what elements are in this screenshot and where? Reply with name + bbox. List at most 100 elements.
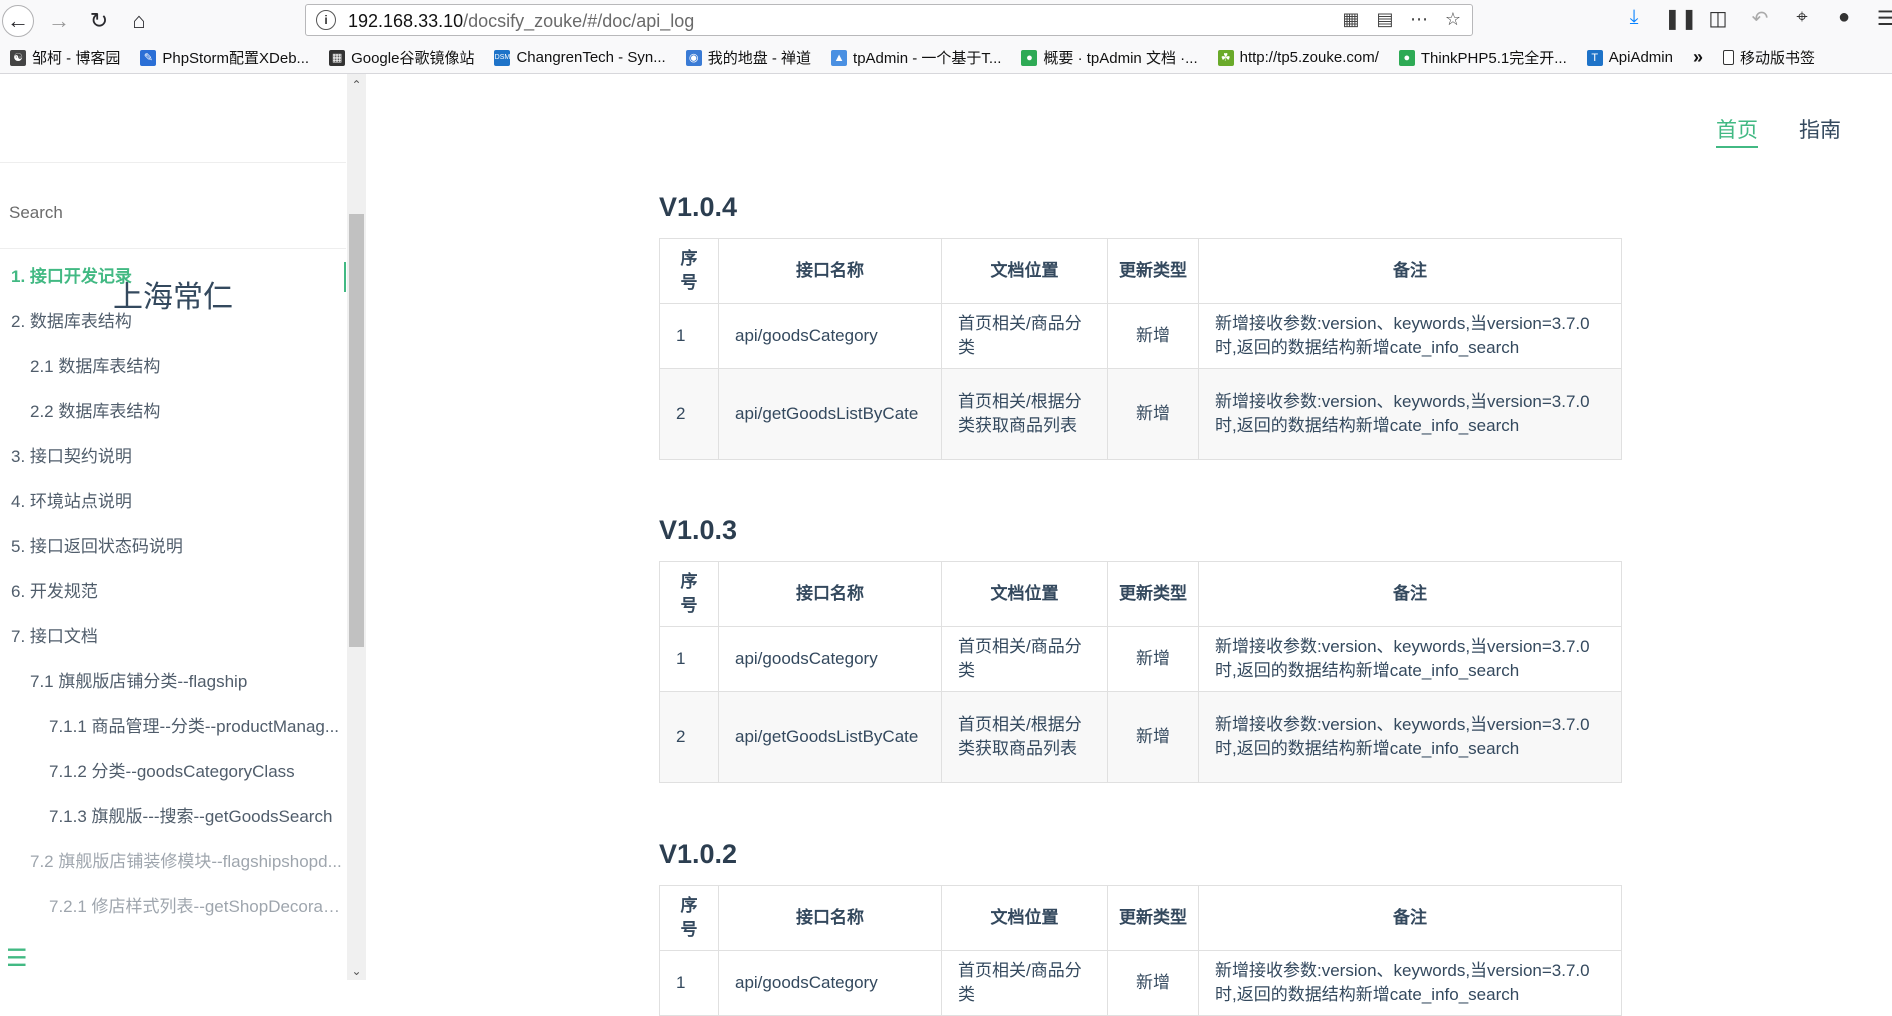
cell-note: 新增接收参数:version、keywords,当version=3.7.0时,… (1198, 691, 1622, 783)
sidebar-nav-item[interactable]: 3. 接口契约说明 (0, 442, 346, 472)
sidebar-nav-item[interactable]: 5. 接口返回状态码说明 (0, 532, 346, 562)
sidebar-nav-item[interactable]: 7.1.2 分类--goodsCategoryClass (0, 757, 346, 787)
divider (0, 162, 346, 163)
version-heading: V1.0.2 (659, 839, 738, 869)
chat-icon[interactable]: ● (1832, 6, 1856, 31)
sidebar-scrollbar[interactable]: ⌃ ⌄ (347, 74, 366, 980)
table-header-row: 序号 接口名称 文档位置 更新类型 备注 (659, 885, 1622, 951)
table-header-note: 备注 (1198, 561, 1622, 627)
bookmark-label: ChangrenTech - Syn... (516, 49, 666, 66)
table-header-note: 备注 (1198, 238, 1622, 304)
bookmark-item[interactable]: T ApiAdmin (1586, 49, 1673, 66)
sidebar-nav-item[interactable]: 7.2.1 修店样式列表--getShopDecorate... (0, 892, 346, 922)
main-content (366, 74, 1892, 980)
crop-icon[interactable]: ⌖ (1790, 6, 1814, 31)
sidebar-nav-item[interactable]: 7. 接口文档 (0, 622, 346, 652)
home-icon: ⌂ (132, 8, 146, 33)
bookmark-star-icon[interactable]: ☆ (1442, 9, 1464, 30)
scroll-up-arrow-icon[interactable]: ⌃ (347, 78, 366, 92)
hamburger-menu-icon[interactable]: ☰ (6, 944, 28, 973)
cell-update-type: 新增 (1107, 691, 1199, 783)
table-header-no: 序号 (659, 885, 719, 951)
sidebar-nav-item[interactable]: 6. 开发规范 (0, 577, 346, 607)
bookmark-item[interactable]: ▲ tpAdmin - 一个基于T... (831, 47, 1001, 68)
library-icon[interactable]: ❚❚ (1664, 6, 1698, 31)
cell-note: 新增接收参数:version、keywords,当version=3.7.0时,… (1198, 950, 1622, 1016)
cell-no: 1 (659, 303, 719, 369)
globe-icon: ◉ (685, 49, 702, 66)
sidebar-nav-item[interactable]: 7.1.1 商品管理--分类--productManag... (0, 712, 346, 742)
cell-no: 2 (659, 691, 719, 783)
forward-button[interactable]: → (44, 6, 74, 36)
back-button[interactable]: ← (2, 5, 34, 37)
table-header-no: 序号 (659, 561, 719, 627)
cell-update-type: 新增 (1107, 303, 1199, 369)
reader-view-icon[interactable]: ▤ (1374, 9, 1396, 30)
bookmark-item[interactable]: DSM ChangrenTech - Syn... (494, 49, 666, 66)
table-header-location: 文档位置 (941, 561, 1108, 627)
cell-api-name: api/getGoodsListByCate (718, 691, 942, 783)
bug-icon: ● (1398, 49, 1415, 66)
nav-link-guide[interactable]: 指南 (1799, 114, 1841, 144)
sidebar-toggle-icon[interactable]: ◫ (1706, 6, 1730, 31)
scroll-down-arrow-icon[interactable]: ⌄ (347, 964, 366, 978)
nav-link-home[interactable]: 首页 (1716, 114, 1758, 148)
cell-doc-location: 首页相关/根据分类获取商品列表 (941, 368, 1108, 460)
table-header-type: 更新类型 (1107, 561, 1199, 627)
mobile-bookmarks[interactable]: 移动版书签 (1722, 47, 1815, 68)
bookmark-item[interactable]: ▦ Google谷歌镜像站 (329, 47, 474, 68)
cell-doc-location: 首页相关/商品分类 (941, 950, 1108, 1016)
sidebar-nav-item[interactable]: 2.2 数据库表结构 (0, 397, 346, 427)
table-header-no: 序号 (659, 238, 719, 304)
sidebar-nav-item[interactable]: 1. 接口开发记录 (0, 262, 346, 292)
url-bar[interactable]: i 192.168.33.10/docsify_zouke/#/doc/api_… (305, 4, 1473, 36)
sidebar-nav-item[interactable]: 4. 环境站点说明 (0, 487, 346, 517)
url-text[interactable]: 192.168.33.10/docsify_zouke/#/doc/api_lo… (348, 11, 694, 32)
cell-update-type: 新增 (1107, 950, 1199, 1016)
dsm-icon: DSM (494, 49, 511, 66)
bookmark-item[interactable]: ◉ 我的地盘 - 禅道 (685, 47, 811, 68)
cell-update-type: 新增 (1107, 626, 1199, 692)
bookmark-label: 概要 · tpAdmin 文档 ·... (1043, 50, 1198, 67)
table-header-note: 备注 (1198, 885, 1622, 951)
sidebar-nav-item[interactable]: 7.1 旗舰版店铺分类--flagship (0, 667, 346, 697)
reload-button[interactable]: ↻ (84, 6, 114, 36)
changelog-table: 序号 接口名称 文档位置 更新类型 备注 1 api/goodsCategory 首页相关/商… (659, 885, 1622, 1016)
info-icon[interactable]: i (316, 10, 336, 30)
sidebar-nav-item[interactable]: 7.1.3 旗舰版---搜索--getGoodsSearch (0, 802, 346, 832)
cnblogs-icon: ☯ (10, 49, 26, 66)
bookmark-item[interactable]: ● 概要 · tpAdmin 文档 ·... (1021, 47, 1198, 68)
reload-icon: ↻ (89, 8, 109, 33)
bug-icon: ● (1021, 49, 1038, 66)
sidebar-nav-item[interactable]: 2.1 数据库表结构 (0, 352, 346, 382)
cell-note: 新增接收参数:version、keywords,当version=3.7.0时,… (1198, 626, 1622, 692)
tp-icon: ▲ (831, 49, 848, 66)
download-icon[interactable]: ⤓ (1622, 6, 1646, 31)
cell-no: 2 (659, 368, 719, 460)
qr-code-icon[interactable]: ▦ (1340, 9, 1362, 30)
bookmark-item[interactable]: ☯ 邹柯 - 博客园 (10, 47, 120, 68)
table-header-type: 更新类型 (1107, 885, 1199, 951)
table-header-row: 序号 接口名称 文档位置 更新类型 备注 (659, 238, 1622, 304)
page-actions-icon[interactable]: ⋯ (1408, 9, 1430, 30)
scroll-thumb[interactable] (349, 214, 364, 647)
sidebar-nav-item[interactable]: 2. 数据库表结构 (0, 307, 346, 337)
menu-icon[interactable]: ☰ (1874, 6, 1892, 31)
search-input[interactable] (0, 202, 341, 224)
more-bookmarks-icon[interactable]: » (1693, 47, 1703, 68)
cell-note: 新增接收参数:version、keywords,当version=3.7.0时,… (1198, 368, 1622, 460)
sidebar-nav-item[interactable]: 7.2 旗舰版店铺装修模块--flagshipshopd... (0, 847, 346, 877)
cell-api-name: api/getGoodsListByCate (718, 368, 942, 460)
mobile-icon (1722, 50, 1734, 65)
home-button[interactable]: ⌂ (124, 6, 154, 36)
undo-icon[interactable]: ↶ (1748, 6, 1772, 31)
table-header-row: 序号 接口名称 文档位置 更新类型 备注 (659, 561, 1622, 627)
arrow-left-icon: ← (7, 8, 29, 33)
table-header-name: 接口名称 (718, 561, 942, 627)
bookmark-item[interactable]: ✎ PhpStorm配置XDeb... (140, 47, 309, 68)
bookmark-item[interactable]: ● ThinkPHP5.1完全开... (1398, 47, 1567, 68)
table-header-location: 文档位置 (941, 238, 1108, 304)
bookmark-item[interactable]: ☘ http://tp5.zouke.com/ (1217, 49, 1379, 66)
table-header-name: 接口名称 (718, 885, 942, 951)
cell-api-name: api/goodsCategory (718, 950, 942, 1016)
